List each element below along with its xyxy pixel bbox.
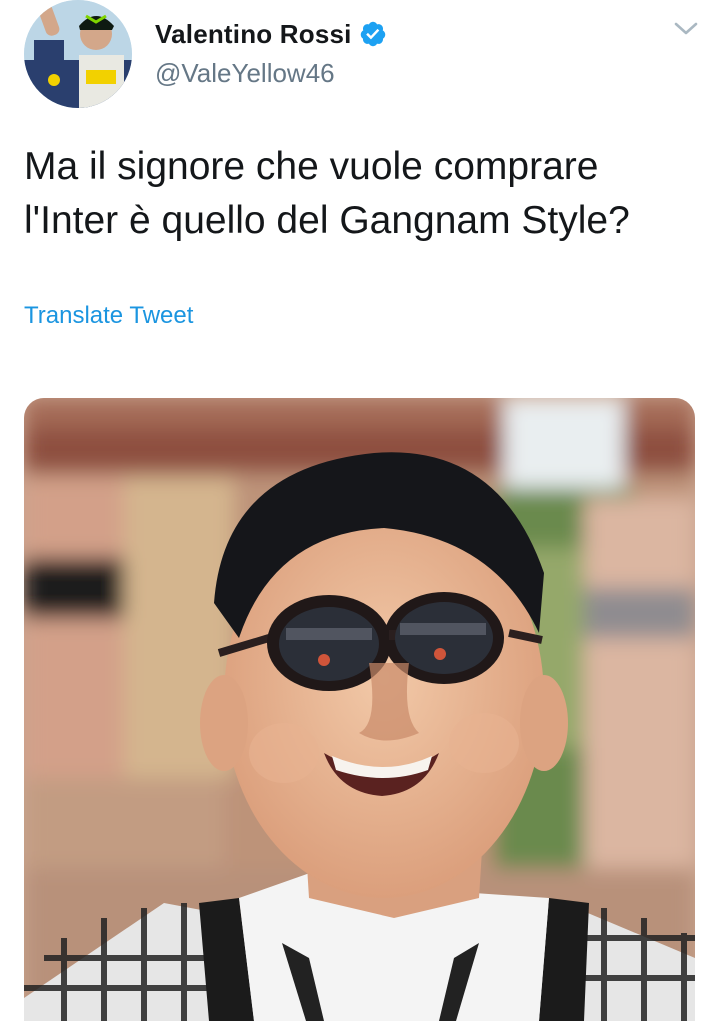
- avatar-photo: [24, 0, 132, 108]
- verified-badge-icon: [360, 21, 385, 47]
- translate-tweet-link[interactable]: Translate Tweet: [24, 302, 193, 330]
- tweet-media-photo[interactable]: [24, 398, 695, 1021]
- tweet-card: Valentino Rossi @ValeYellow46 Ma il sign…: [0, 0, 714, 1021]
- chevron-down-icon: [674, 22, 698, 35]
- avatar[interactable]: [24, 0, 132, 108]
- media-photo-illustration: [24, 398, 695, 1021]
- author-name-row[interactable]: Valentino Rossi: [155, 16, 387, 52]
- tweet-menu-button[interactable]: [671, 14, 701, 44]
- tweet-text: Ma il signore che vuole comprare l'Inter…: [24, 145, 630, 242]
- author-display-name[interactable]: Valentino Rossi: [155, 19, 352, 50]
- author-handle[interactable]: @ValeYellow46: [155, 58, 335, 89]
